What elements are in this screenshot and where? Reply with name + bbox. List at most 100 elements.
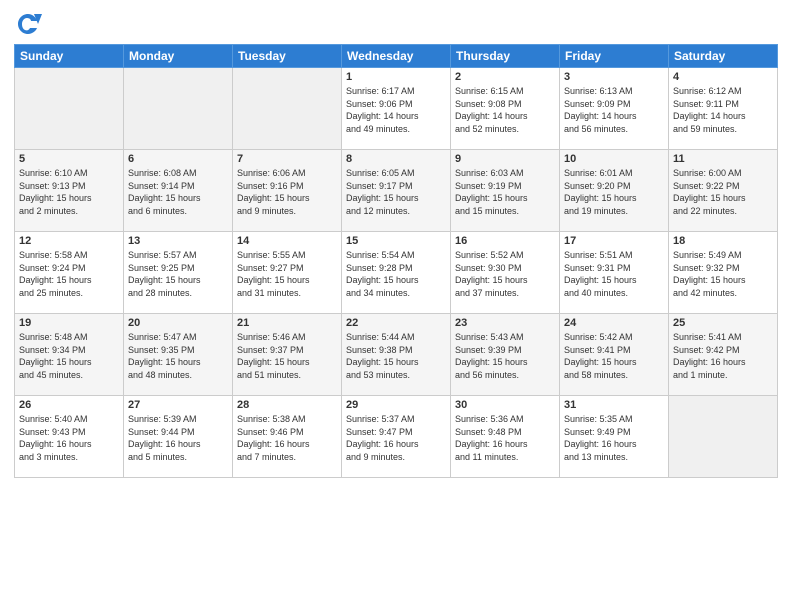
day-number: 28 bbox=[237, 399, 337, 411]
day-number: 9 bbox=[455, 153, 555, 165]
day-number: 24 bbox=[564, 317, 664, 329]
day-header-wednesday: Wednesday bbox=[342, 45, 451, 68]
calendar-cell: 27 Sunrise: 5:39 AM Sunset: 9:44 PM Dayli… bbox=[124, 396, 233, 478]
page: SundayMondayTuesdayWednesdayThursdayFrid… bbox=[0, 0, 792, 612]
day-info: Sunrise: 5:37 AM Sunset: 9:47 PM Dayligh… bbox=[346, 413, 446, 463]
calendar-cell: 1 Sunrise: 6:17 AM Sunset: 9:06 PM Daylig… bbox=[342, 68, 451, 150]
logo-icon bbox=[14, 10, 42, 38]
calendar-cell: 26 Sunrise: 5:40 AM Sunset: 9:43 PM Dayli… bbox=[15, 396, 124, 478]
day-info: Sunrise: 6:00 AM Sunset: 9:22 PM Dayligh… bbox=[673, 167, 773, 217]
calendar-cell: 13 Sunrise: 5:57 AM Sunset: 9:25 PM Dayli… bbox=[124, 232, 233, 314]
calendar-cell: 14 Sunrise: 5:55 AM Sunset: 9:27 PM Dayli… bbox=[233, 232, 342, 314]
day-header-friday: Friday bbox=[560, 45, 669, 68]
day-number: 14 bbox=[237, 235, 337, 247]
day-number: 26 bbox=[19, 399, 119, 411]
calendar-cell bbox=[669, 396, 778, 478]
day-info: Sunrise: 5:36 AM Sunset: 9:48 PM Dayligh… bbox=[455, 413, 555, 463]
calendar-cell: 12Sunrise: 5:58 AM Sunset: 9:24 PM Dayli… bbox=[15, 232, 124, 314]
day-number: 17 bbox=[564, 235, 664, 247]
day-header-sunday: Sunday bbox=[15, 45, 124, 68]
day-info: Sunrise: 5:46 AM Sunset: 9:37 PM Dayligh… bbox=[237, 331, 337, 381]
logo bbox=[14, 10, 46, 38]
calendar-cell bbox=[124, 68, 233, 150]
calendar-cell: 24 Sunrise: 5:42 AM Sunset: 9:41 PM Dayli… bbox=[560, 314, 669, 396]
day-number: 22 bbox=[346, 317, 446, 329]
calendar-cell: 23 Sunrise: 5:43 AM Sunset: 9:39 PM Dayli… bbox=[451, 314, 560, 396]
calendar-cell: 17 Sunrise: 5:51 AM Sunset: 9:31 PM Dayli… bbox=[560, 232, 669, 314]
day-info: Sunrise: 6:13 AM Sunset: 9:09 PM Dayligh… bbox=[564, 85, 664, 135]
calendar-cell: 29 Sunrise: 5:37 AM Sunset: 9:47 PM Dayli… bbox=[342, 396, 451, 478]
day-header-saturday: Saturday bbox=[669, 45, 778, 68]
day-info: Sunrise: 6:15 AM Sunset: 9:08 PM Dayligh… bbox=[455, 85, 555, 135]
day-info: Sunrise: 6:05 AM Sunset: 9:17 PM Dayligh… bbox=[346, 167, 446, 217]
day-number: 21 bbox=[237, 317, 337, 329]
calendar-cell: 25 Sunrise: 5:41 AM Sunset: 9:42 PM Dayli… bbox=[669, 314, 778, 396]
day-header-thursday: Thursday bbox=[451, 45, 560, 68]
day-header-tuesday: Tuesday bbox=[233, 45, 342, 68]
calendar-cell: 30Sunrise: 5:36 AM Sunset: 9:48 PM Dayli… bbox=[451, 396, 560, 478]
calendar-cell: 18Sunrise: 5:49 AM Sunset: 9:32 PM Dayli… bbox=[669, 232, 778, 314]
day-number: 27 bbox=[128, 399, 228, 411]
day-info: Sunrise: 5:35 AM Sunset: 9:49 PM Dayligh… bbox=[564, 413, 664, 463]
day-number: 12 bbox=[19, 235, 119, 247]
week-row-4: 19 Sunrise: 5:48 AM Sunset: 9:34 PM Dayli… bbox=[15, 314, 778, 396]
day-number: 1 bbox=[346, 71, 446, 83]
week-row-5: 26 Sunrise: 5:40 AM Sunset: 9:43 PM Dayli… bbox=[15, 396, 778, 478]
calendar-cell: 21 Sunrise: 5:46 AM Sunset: 9:37 PM Dayli… bbox=[233, 314, 342, 396]
day-number: 19 bbox=[19, 317, 119, 329]
day-headers-row: SundayMondayTuesdayWednesdayThursdayFrid… bbox=[15, 45, 778, 68]
day-info: Sunrise: 5:42 AM Sunset: 9:41 PM Dayligh… bbox=[564, 331, 664, 381]
day-info: Sunrise: 5:47 AM Sunset: 9:35 PM Dayligh… bbox=[128, 331, 228, 381]
day-number: 18 bbox=[673, 235, 773, 247]
day-number: 13 bbox=[128, 235, 228, 247]
calendar-cell: 3 Sunrise: 6:13 AM Sunset: 9:09 PM Daylig… bbox=[560, 68, 669, 150]
header bbox=[14, 10, 778, 38]
day-number: 20 bbox=[128, 317, 228, 329]
day-info: Sunrise: 6:12 AM Sunset: 9:11 PM Dayligh… bbox=[673, 85, 773, 135]
day-info: Sunrise: 6:10 AM Sunset: 9:13 PM Dayligh… bbox=[19, 167, 119, 217]
day-info: Sunrise: 5:41 AM Sunset: 9:42 PM Dayligh… bbox=[673, 331, 773, 381]
day-number: 23 bbox=[455, 317, 555, 329]
week-row-3: 12Sunrise: 5:58 AM Sunset: 9:24 PM Dayli… bbox=[15, 232, 778, 314]
day-number: 25 bbox=[673, 317, 773, 329]
calendar: SundayMondayTuesdayWednesdayThursdayFrid… bbox=[14, 44, 778, 478]
calendar-cell: 2 Sunrise: 6:15 AM Sunset: 9:08 PM Daylig… bbox=[451, 68, 560, 150]
calendar-cell: 8 Sunrise: 6:05 AM Sunset: 9:17 PM Daylig… bbox=[342, 150, 451, 232]
day-info: Sunrise: 6:08 AM Sunset: 9:14 PM Dayligh… bbox=[128, 167, 228, 217]
day-number: 10 bbox=[564, 153, 664, 165]
calendar-cell: 31 Sunrise: 5:35 AM Sunset: 9:49 PM Dayli… bbox=[560, 396, 669, 478]
day-number: 3 bbox=[564, 71, 664, 83]
calendar-cell: 4Sunrise: 6:12 AM Sunset: 9:11 PM Daylig… bbox=[669, 68, 778, 150]
day-info: Sunrise: 5:52 AM Sunset: 9:30 PM Dayligh… bbox=[455, 249, 555, 299]
day-number: 7 bbox=[237, 153, 337, 165]
day-number: 2 bbox=[455, 71, 555, 83]
day-info: Sunrise: 5:54 AM Sunset: 9:28 PM Dayligh… bbox=[346, 249, 446, 299]
calendar-cell: 10 Sunrise: 6:01 AM Sunset: 9:20 PM Dayli… bbox=[560, 150, 669, 232]
day-info: Sunrise: 5:48 AM Sunset: 9:34 PM Dayligh… bbox=[19, 331, 119, 381]
day-info: Sunrise: 5:43 AM Sunset: 9:39 PM Dayligh… bbox=[455, 331, 555, 381]
day-header-monday: Monday bbox=[124, 45, 233, 68]
day-number: 31 bbox=[564, 399, 664, 411]
day-info: Sunrise: 5:57 AM Sunset: 9:25 PM Dayligh… bbox=[128, 249, 228, 299]
calendar-cell bbox=[15, 68, 124, 150]
calendar-cell bbox=[233, 68, 342, 150]
calendar-cell: 5 Sunrise: 6:10 AM Sunset: 9:13 PM Daylig… bbox=[15, 150, 124, 232]
day-info: Sunrise: 5:51 AM Sunset: 9:31 PM Dayligh… bbox=[564, 249, 664, 299]
calendar-cell: 20 Sunrise: 5:47 AM Sunset: 9:35 PM Dayli… bbox=[124, 314, 233, 396]
calendar-cell: 22 Sunrise: 5:44 AM Sunset: 9:38 PM Dayli… bbox=[342, 314, 451, 396]
day-info: Sunrise: 6:01 AM Sunset: 9:20 PM Dayligh… bbox=[564, 167, 664, 217]
day-number: 29 bbox=[346, 399, 446, 411]
day-number: 8 bbox=[346, 153, 446, 165]
calendar-cell: 19 Sunrise: 5:48 AM Sunset: 9:34 PM Dayli… bbox=[15, 314, 124, 396]
calendar-cell: 9Sunrise: 6:03 AM Sunset: 9:19 PM Daylig… bbox=[451, 150, 560, 232]
day-info: Sunrise: 5:40 AM Sunset: 9:43 PM Dayligh… bbox=[19, 413, 119, 463]
calendar-cell: 16Sunrise: 5:52 AM Sunset: 9:30 PM Dayli… bbox=[451, 232, 560, 314]
day-info: Sunrise: 5:44 AM Sunset: 9:38 PM Dayligh… bbox=[346, 331, 446, 381]
day-info: Sunrise: 5:39 AM Sunset: 9:44 PM Dayligh… bbox=[128, 413, 228, 463]
calendar-cell: 6Sunrise: 6:08 AM Sunset: 9:14 PM Daylig… bbox=[124, 150, 233, 232]
day-info: Sunrise: 5:55 AM Sunset: 9:27 PM Dayligh… bbox=[237, 249, 337, 299]
day-info: Sunrise: 6:17 AM Sunset: 9:06 PM Dayligh… bbox=[346, 85, 446, 135]
day-number: 5 bbox=[19, 153, 119, 165]
day-number: 15 bbox=[346, 235, 446, 247]
week-row-2: 5 Sunrise: 6:10 AM Sunset: 9:13 PM Daylig… bbox=[15, 150, 778, 232]
